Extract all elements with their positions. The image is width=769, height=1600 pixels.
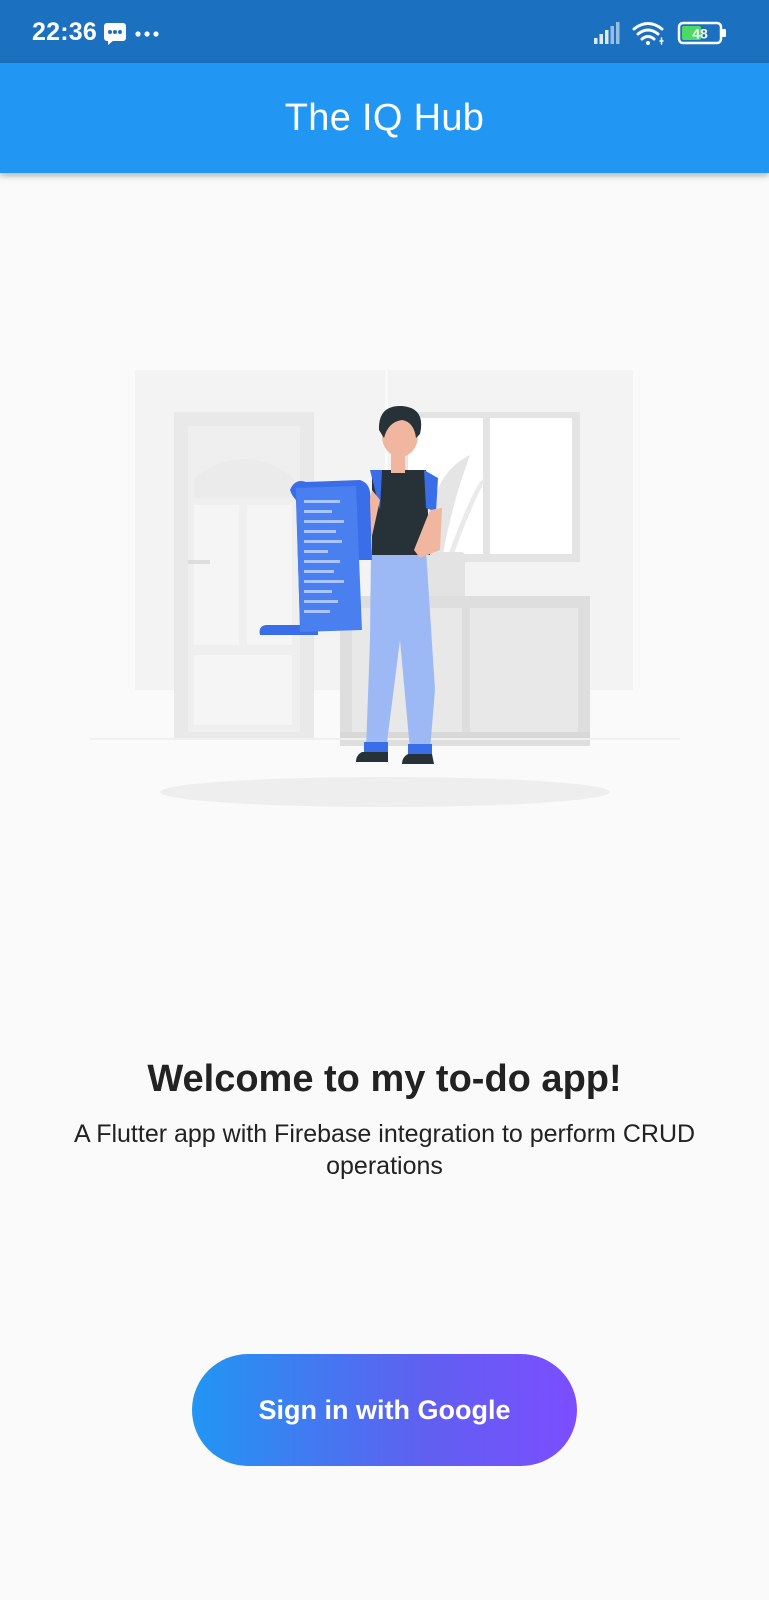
status-bar: 22:36 48 (0, 0, 769, 63)
signal-icon (594, 22, 620, 44)
app-bar: The IQ Hub (0, 63, 769, 173)
sign-in-button-label: Sign in with Google (258, 1394, 511, 1425)
page-title: The IQ Hub (284, 97, 485, 139)
more-dots-icon (135, 31, 159, 37)
message-icon (104, 23, 159, 45)
welcome-subtitle: A Flutter app with Firebase integration … (73, 1120, 696, 1180)
sign-in-with-google-button[interactable]: Sign in with Google (192, 1354, 577, 1466)
status-right-icons: 48 (594, 20, 729, 51)
battery-icon: 48 (677, 21, 726, 45)
battery-level-text: 48 (692, 26, 708, 42)
status-time: 22:36 (32, 18, 97, 46)
status-left-icons (103, 22, 163, 51)
welcome-title: Welcome to my to-do app! (147, 1058, 622, 1100)
todo-list-illustration (90, 360, 680, 820)
wifi-icon (632, 22, 664, 45)
